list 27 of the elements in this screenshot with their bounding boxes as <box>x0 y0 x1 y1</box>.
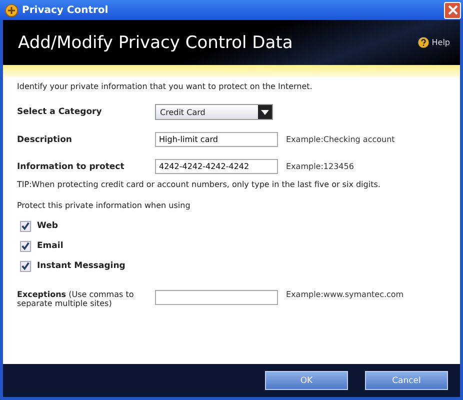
field-label: Information to protect <box>17 162 126 172</box>
field-label: Description <box>17 134 73 144</box>
field-label: Select a Category <box>17 107 103 117</box>
checkbox[interactable] <box>20 260 31 272</box>
window-title: Privacy Control <box>22 4 110 16</box>
tip-text: TIP:When protecting credit card or account numbers, only type in the last five or six digits. <box>17 180 382 189</box>
close-icon <box>448 5 458 15</box>
help-link[interactable]: Help <box>418 37 450 48</box>
checkbox[interactable] <box>20 220 31 232</box>
close-button[interactable] <box>444 2 461 18</box>
example-text: Example:123456 <box>286 162 354 171</box>
text-field[interactable]: High-limit card <box>155 132 278 147</box>
section-label: Protect this private information when using <box>17 201 192 210</box>
example-text: Example:www.symantec.com <box>286 290 404 299</box>
checkbox-label: Email <box>37 241 64 251</box>
category-dropdown[interactable]: Credit Card <box>155 104 273 120</box>
checkbox-label: Web <box>37 221 58 231</box>
exceptions-field[interactable] <box>155 290 278 305</box>
intro-text: Identify your private information that you want to protect on the Internet. <box>17 82 314 91</box>
exceptions-label: Exceptions (Use commas to separate multiple sites) <box>17 290 135 308</box>
checkbox-label: Instant Messaging <box>37 261 126 271</box>
text-field[interactable]: 4242-4242-4242-4242 <box>155 159 278 174</box>
checkbox[interactable] <box>20 240 31 252</box>
example-text: Example:Checking account <box>286 135 395 144</box>
app-icon <box>5 4 18 16</box>
help-icon <box>418 37 429 48</box>
dialog-title: Add/Modify Privacy Control Data <box>18 32 294 52</box>
